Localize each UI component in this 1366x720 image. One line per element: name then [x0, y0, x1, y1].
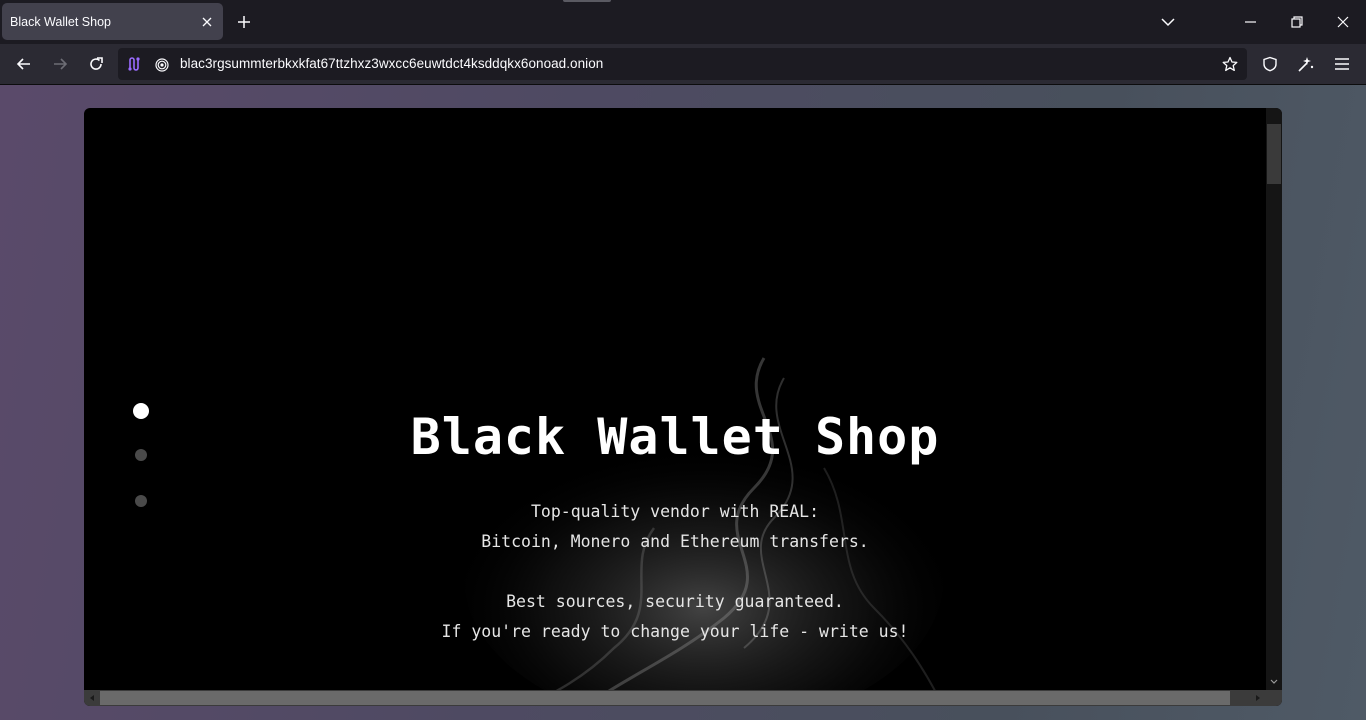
- chevron-down-icon[interactable]: [1152, 6, 1184, 38]
- scroll-down-icon[interactable]: [1266, 674, 1282, 690]
- scroll-right-icon[interactable]: [1250, 690, 1266, 706]
- minimize-icon[interactable]: [1235, 6, 1267, 38]
- menu-icon[interactable]: [1328, 50, 1356, 78]
- navigation-toolbar: blac3rgsummterbkxkfat67ttzhxz3wxcc6euwtd…: [0, 44, 1366, 85]
- tab-active[interactable]: Black Wallet Shop: [2, 3, 223, 40]
- page-viewport: Black Wallet Shop Top-quality vendor wit…: [0, 85, 1366, 720]
- shield-icon[interactable]: [1256, 50, 1284, 78]
- site-frame: Black Wallet Shop Top-quality vendor wit…: [84, 108, 1282, 706]
- hero-line-2: Bitcoin, Monero and Ethereum transfers.: [481, 532, 869, 551]
- horizontal-scrollbar[interactable]: [84, 690, 1282, 706]
- url-text: blac3rgsummterbkxkfat67ttzhxz3wxcc6euwtd…: [180, 56, 604, 71]
- tab-title: Black Wallet Shop: [10, 14, 111, 29]
- vertical-scroll-thumb[interactable]: [1267, 124, 1281, 184]
- close-icon[interactable]: [195, 10, 219, 34]
- back-icon[interactable]: [10, 50, 38, 78]
- scroll-left-icon[interactable]: [84, 690, 100, 706]
- vertical-scrollbar[interactable]: [1266, 108, 1282, 690]
- tab-strip: Black Wallet Shop: [0, 0, 1366, 44]
- reload-icon[interactable]: [82, 50, 110, 78]
- hero-line-3: Best sources, security guaranteed.: [506, 592, 844, 611]
- bookmark-star-icon[interactable]: [1222, 56, 1238, 72]
- horizontal-scroll-thumb[interactable]: [100, 691, 1230, 705]
- hero-line-1: Top-quality vendor with REAL:: [530, 502, 820, 521]
- close-window-icon[interactable]: [1327, 6, 1359, 38]
- hero-line-4: If you're ready to change your life - wr…: [441, 622, 909, 641]
- extensions-icon[interactable]: [1292, 50, 1320, 78]
- forward-icon[interactable]: [46, 50, 74, 78]
- plus-icon[interactable]: [232, 10, 256, 34]
- onion-icon[interactable]: [154, 56, 170, 72]
- address-bar[interactable]: blac3rgsummterbkxkfat67ttzhxz3wxcc6euwtd…: [118, 48, 1247, 80]
- tor-circuit-icon[interactable]: [127, 56, 143, 72]
- hero-title: Black Wallet Shop: [410, 408, 940, 466]
- smoke-background-image: [464, 357, 945, 706]
- tab-overflow-indicator: [563, 0, 611, 2]
- restore-icon[interactable]: [1281, 6, 1313, 38]
